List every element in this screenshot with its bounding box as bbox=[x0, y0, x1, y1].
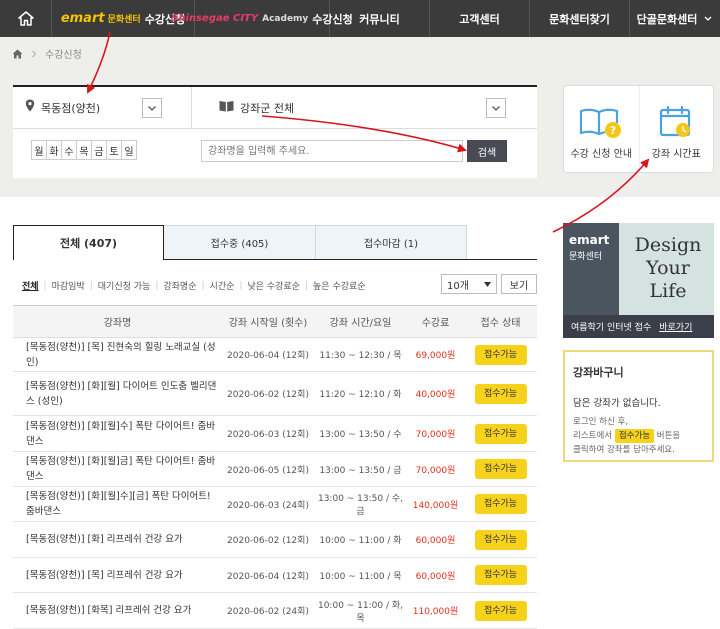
table-row: [목동점(양천)] [화][월] 다이어트 인도춤 벨리댄스 (성인) 2020… bbox=[13, 371, 537, 416]
day-wed[interactable]: 수 bbox=[61, 140, 77, 160]
basket-title: 강좌바구니 bbox=[573, 366, 624, 379]
course-basket: 강좌바구니 담은 강좌가 없습니다. 로그인 하신 후, 리스트에서 접수가능 … bbox=[563, 350, 714, 462]
tab-all[interactable]: 전체 (407) bbox=[13, 225, 164, 260]
day-sun[interactable]: 일 bbox=[121, 140, 137, 160]
open-book-question-icon: ? bbox=[580, 108, 622, 138]
emart-logo: emart bbox=[60, 11, 105, 26]
apply-button[interactable]: 접수가능 bbox=[474, 459, 527, 479]
course-name[interactable]: [목동점(양천)] [목] 진현숙의 힐링 노래교실 (성인) bbox=[13, 337, 222, 372]
table-row: [목동점(양천)] [화][월]수][금] 폭탄 다이어트! 줌바댄스 2020… bbox=[13, 486, 537, 522]
category-select[interactable]: 강좌군 전체 bbox=[240, 100, 294, 116]
keyword-input[interactable] bbox=[201, 140, 463, 162]
day-tue[interactable]: 화 bbox=[46, 140, 62, 160]
home-button[interactable] bbox=[0, 0, 52, 37]
apply-guide-link[interactable]: ? 수강 신청 안내 bbox=[564, 86, 639, 174]
sort-time[interactable]: 시간순 bbox=[210, 279, 235, 292]
basket-instructions: 로그인 하신 후, 리스트에서 접수가능 버튼을 클릭하여 강좌를 담아주세요. bbox=[573, 417, 681, 455]
calendar-clock-icon bbox=[660, 105, 691, 137]
nav-favorite-center[interactable]: 단골문화센터 bbox=[630, 0, 720, 37]
guide-box: ? 수강 신청 안내 강좌 시간표 bbox=[563, 85, 714, 174]
caret-down-icon bbox=[484, 281, 491, 287]
sort-price-high[interactable]: 높은 수강료순 bbox=[313, 279, 366, 292]
table-header: 강좌명 강좌 시작일 (횟수) 강좌 시간/요일 수강료 접수 상태 bbox=[13, 305, 537, 338]
header-time: 강좌 시간/요일 bbox=[314, 305, 407, 338]
sort-options: 전체 | 마감임박 | 대기신청 가능 | 강좌명순 | 시간순 | 낮은 수강료순 | 높… bbox=[22, 279, 366, 293]
day-sat[interactable]: 토 bbox=[106, 140, 122, 160]
apply-chip: 접수가능 bbox=[614, 429, 655, 443]
day-filter: 월 화 수 목 금 토 일 bbox=[31, 140, 137, 160]
breadcrumb: 수강신청 bbox=[12, 46, 82, 61]
scallop-divider bbox=[0, 180, 720, 197]
course-name[interactable]: [목동점(양천)] [화] 리프레쉬 건강 요가 bbox=[13, 521, 222, 558]
sort-price-low[interactable]: 낮은 수강료순 bbox=[247, 279, 300, 292]
top-nav: emart 문화센터 수강신청 Shinsegae CITY Academy 수… bbox=[0, 0, 720, 37]
basket-empty-message: 담은 강좌가 없습니다. bbox=[573, 398, 661, 409]
nav-customer-center[interactable]: 고객센터 bbox=[430, 0, 530, 37]
apply-button[interactable]: 접수가능 bbox=[474, 600, 527, 621]
sort-closing-soon[interactable]: 마감임박 bbox=[52, 279, 85, 292]
tab-closed[interactable]: 접수마감 (1) bbox=[316, 225, 467, 260]
apply-button[interactable]: 접수가능 bbox=[474, 423, 527, 444]
table-row: [목동점(양천)] [목] 진현숙의 힐링 노래교실 (성인) 2020-06-… bbox=[13, 337, 537, 372]
nav-community[interactable]: 커뮤니티 bbox=[330, 0, 430, 37]
home-icon bbox=[17, 11, 34, 26]
emart-logo: emart bbox=[569, 233, 610, 247]
svg-text:?: ? bbox=[610, 124, 616, 137]
course-name[interactable]: [목동점(양천)] [화][월]수][금] 폭탄 다이어트! 줌바댄스 bbox=[13, 486, 222, 522]
nav-academy-apply[interactable]: Shinsegae CITY Academy 수강신청 bbox=[171, 0, 353, 37]
timetable-link[interactable]: 강좌 시간표 bbox=[638, 86, 714, 174]
table-row: [목동점(양천)] [화목] 리프레쉬 건강 요가 2020-06-02 (24… bbox=[13, 592, 537, 629]
category-dropdown-button[interactable] bbox=[486, 98, 506, 118]
course-table: 강좌명 강좌 시작일 (횟수) 강좌 시간/요일 수강료 접수 상태 [목동점(… bbox=[13, 305, 537, 629]
academy-logo: Shinsegae CITY bbox=[171, 13, 259, 24]
apply-button[interactable]: 접수가능 bbox=[474, 344, 527, 365]
header-name: 강좌명 bbox=[13, 305, 222, 338]
day-thu[interactable]: 목 bbox=[76, 140, 92, 160]
search-selectors: 목동점(양천) 강좌군 전체 bbox=[13, 87, 537, 129]
table-row: [목동점(양천)] [목] 리프레쉬 건강 요가 2020-06-04 (12회… bbox=[13, 557, 537, 593]
header-fee: 수강료 bbox=[407, 305, 464, 338]
sort-name[interactable]: 강좌명순 bbox=[163, 279, 196, 292]
view-button[interactable]: 보기 bbox=[501, 274, 537, 294]
page-size-select[interactable]: 10개 bbox=[441, 274, 497, 294]
home-icon[interactable] bbox=[12, 49, 23, 59]
day-mon[interactable]: 월 bbox=[31, 140, 47, 160]
branch-dropdown-button[interactable] bbox=[142, 98, 162, 118]
header-status: 접수 상태 bbox=[464, 305, 537, 338]
branch-select[interactable]: 목동점(양천) bbox=[41, 100, 100, 116]
banner-link[interactable]: 바로가기 bbox=[659, 320, 692, 333]
course-name[interactable]: [목동점(양천)] [화목] 리프레쉬 건강 요가 bbox=[13, 592, 222, 629]
location-pin-icon bbox=[25, 99, 35, 112]
apply-button[interactable]: 접수가능 bbox=[474, 529, 527, 550]
chevron-down-icon bbox=[492, 105, 500, 111]
chevron-down-icon bbox=[704, 16, 712, 21]
header-start: 강좌 시작일 (횟수) bbox=[222, 305, 314, 338]
chevron-right-icon bbox=[32, 50, 37, 57]
chevron-down-icon bbox=[148, 105, 156, 111]
course-name[interactable]: [목동점(양천)] [목] 리프레쉬 건강 요가 bbox=[13, 557, 222, 593]
search-panel: 목동점(양천) 강좌군 전체 월 화 수 목 금 토 일 검색 bbox=[13, 85, 537, 178]
breadcrumb-current: 수강신청 bbox=[45, 50, 82, 61]
course-name[interactable]: [목동점(양천)] [화][월]수] 폭탄 다이어트! 줌바댄스 bbox=[13, 415, 222, 452]
status-tabs: 전체 (407) 접수중 (405) 접수마감 (1) bbox=[13, 225, 537, 260]
banner-headline: Design Your Life bbox=[634, 234, 702, 302]
table-row: [목동점(양천)] [화] 리프레쉬 건강 요가 2020-06-02 (12회… bbox=[13, 521, 537, 558]
course-name[interactable]: [목동점(양천)] [화][월] 다이어트 인도춤 벨리댄스 (성인) bbox=[13, 371, 222, 416]
apply-button[interactable]: 접수가능 bbox=[474, 383, 527, 404]
table-row: [목동점(양천)] [화][월]금] 폭탄 다이어트! 줌바댄스 2020-06… bbox=[13, 451, 537, 487]
table-row: [목동점(양천)] [화][월]수] 폭탄 다이어트! 줌바댄스 2020-06… bbox=[13, 415, 537, 452]
day-fri[interactable]: 금 bbox=[91, 140, 107, 160]
search-button[interactable]: 검색 bbox=[467, 140, 507, 162]
apply-button[interactable]: 접수가능 bbox=[474, 565, 527, 585]
course-name[interactable]: [목동점(양천)] [화][월]금] 폭탄 다이어트! 줌바댄스 bbox=[13, 451, 222, 487]
apply-button[interactable]: 접수가능 bbox=[474, 494, 527, 514]
sort-all[interactable]: 전체 bbox=[22, 279, 39, 292]
sort-waitlist[interactable]: 대기신청 가능 bbox=[98, 279, 151, 292]
book-icon bbox=[219, 101, 234, 112]
nav-find-center[interactable]: 문화센터찾기 bbox=[530, 0, 630, 37]
tab-open[interactable]: 접수중 (405) bbox=[164, 225, 316, 260]
promo-banner[interactable]: emart 문화센터 Design Your Life 여름학기 인터넷 접수 … bbox=[563, 223, 714, 338]
